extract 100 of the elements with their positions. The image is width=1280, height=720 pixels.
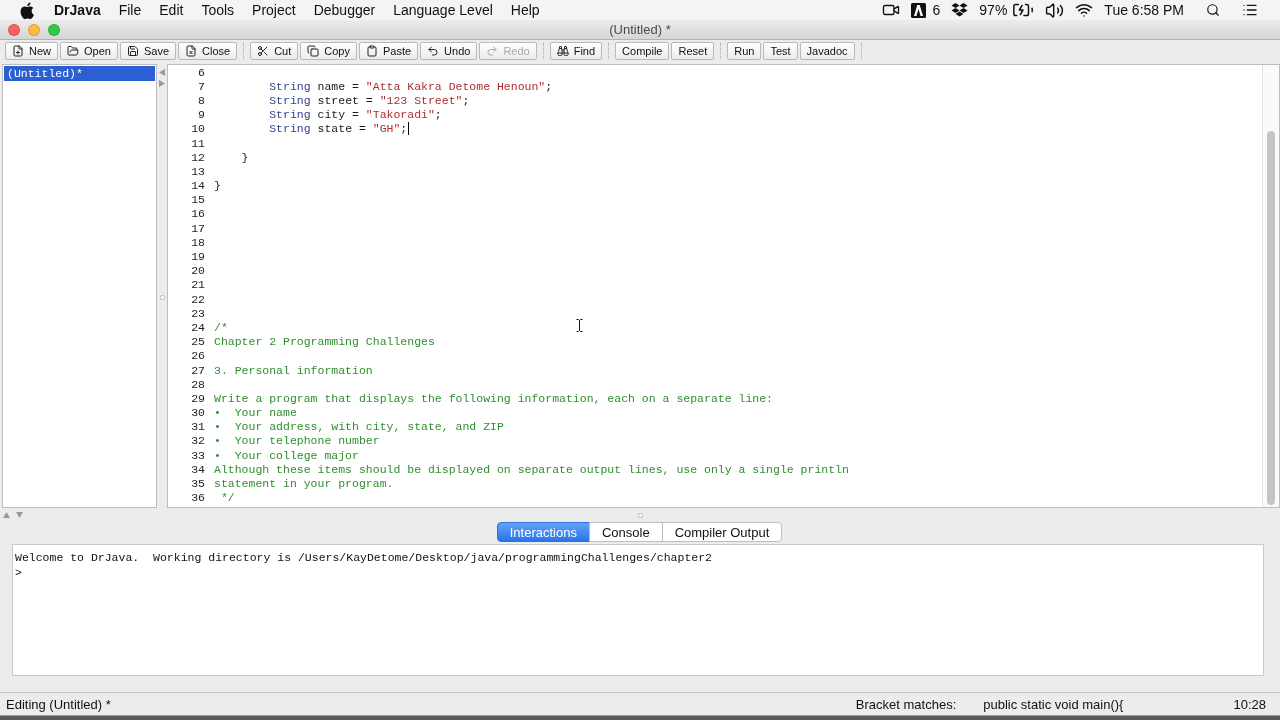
clock-text[interactable]: Tue 6:58 PM: [1104, 2, 1184, 18]
text-cursor-icon: [576, 319, 583, 332]
code-line: String state = "GH";: [269, 122, 408, 136]
code-line: String city = "Takoradi";: [269, 108, 442, 122]
code-line: }: [241, 150, 249, 164]
code-line: Chapter 2 Programming Challenges: [214, 335, 435, 349]
menu-item[interactable]: Edit: [150, 2, 193, 18]
line-number: 24: [190, 320, 205, 334]
menu-item[interactable]: File: [109, 2, 151, 18]
line-number: 28: [190, 377, 205, 391]
folder-icon: [67, 45, 79, 57]
line-number: 21: [190, 278, 205, 292]
line-number: 13: [190, 164, 205, 178]
menu-item[interactable]: Language Level: [384, 2, 502, 18]
toolbar-button[interactable]: New: [5, 42, 58, 60]
up-arrow-icon[interactable]: [3, 512, 10, 518]
list-icon[interactable]: [1242, 2, 1258, 18]
tab[interactable]: Console: [588, 522, 663, 542]
menu-item[interactable]: Project: [243, 2, 305, 18]
code-line: */: [220, 491, 235, 505]
menu-item[interactable]: Help: [501, 2, 549, 18]
document-item[interactable]: (Untitled)*: [4, 66, 155, 81]
line-number: 11: [190, 136, 205, 150]
code-line: }: [214, 179, 221, 193]
code-line: 3. Personal information: [214, 363, 373, 377]
line-number: 19: [190, 250, 205, 264]
save-icon: [126, 45, 139, 57]
line-number: 12: [190, 150, 205, 164]
zoom-button[interactable]: [48, 23, 60, 36]
console-line: Welcome to DrJava. Working directory is /Users/KayDetome/Desktop/java/programmingChallenges/chapter2: [15, 551, 712, 566]
line-number: 16: [190, 207, 205, 221]
code-line: statement in your program.: [214, 477, 394, 491]
down-arrow-icon[interactable]: [16, 512, 23, 518]
tab[interactable]: Compiler Output: [661, 522, 783, 542]
toolbar-button[interactable]: Open: [60, 42, 118, 60]
line-number: 14: [190, 179, 205, 193]
line-number: 8: [197, 93, 205, 107]
tab[interactable]: Interactions: [496, 522, 590, 542]
apple-icon[interactable]: [20, 1, 34, 19]
code-line: String street = "123 Street";: [269, 93, 470, 107]
toolbar-button[interactable]: Compile: [615, 42, 670, 60]
code-line: /*: [214, 320, 228, 334]
line-number: 30: [190, 406, 205, 420]
toolbar-button[interactable]: Run: [727, 42, 762, 60]
scrollbar[interactable]: [1262, 65, 1279, 507]
window-title: (Untitled) *: [609, 22, 671, 37]
toolbar-button[interactable]: Reset: [671, 42, 715, 60]
toolbar-button[interactable]: Close: [178, 42, 238, 60]
logo-icon[interactable]: [910, 2, 926, 18]
notification-count: 6: [932, 2, 941, 18]
toolbar-button[interactable]: Cut: [250, 42, 299, 60]
app-menu[interactable]: DrJava: [45, 2, 110, 18]
bracket-label: Bracket matches:: [855, 696, 957, 712]
line-number: 27: [190, 363, 205, 377]
bracket-match: public static void main(){: [983, 696, 1124, 712]
code-line: Write a program that displays the following information, each on a separate line:: [214, 391, 773, 405]
line-number: 25: [190, 335, 205, 349]
close-button[interactable]: [8, 23, 20, 36]
code-line: • Your name: [214, 406, 297, 420]
clipboard-icon: [365, 45, 378, 57]
line-number: 26: [190, 349, 205, 363]
line-number: 23: [190, 306, 205, 320]
menu-item[interactable]: Tools: [192, 2, 244, 18]
right-arrow-icon[interactable]: [159, 80, 165, 87]
minimize-button[interactable]: [28, 23, 40, 36]
code-line: • Your address, with city, state, and ZIP: [214, 420, 504, 434]
wifi-icon[interactable]: [1075, 1, 1094, 19]
toolbar-button[interactable]: Find: [549, 42, 603, 60]
new-file-icon: [12, 45, 24, 57]
line-number: 32: [190, 434, 205, 448]
toolbar-button[interactable]: Paste: [358, 42, 419, 60]
toolbar-button[interactable]: Javadoc: [799, 42, 855, 60]
code-line: String name = "Atta Kakra Detome Henoun";: [269, 79, 553, 93]
redo-icon: [486, 45, 499, 57]
toolbar-button[interactable]: Save: [119, 42, 176, 60]
menu-item[interactable]: Debugger: [304, 2, 385, 18]
line-number: 20: [190, 264, 205, 278]
line-number: 6: [197, 65, 205, 79]
line-number: 18: [190, 235, 205, 249]
line-number: 9: [197, 108, 205, 122]
toolbar-button[interactable]: Test: [763, 42, 798, 60]
left-arrow-icon[interactable]: [159, 69, 165, 76]
undo-icon: [427, 45, 440, 57]
code-line: Although these items should be displayed on separate output lines, use only a single println: [214, 462, 849, 476]
diamond-box-icon[interactable]: [951, 3, 969, 17]
line-number: 34: [190, 462, 205, 476]
cursor-position: 10:28: [1233, 696, 1266, 712]
line-number: 10: [190, 122, 205, 136]
line-number: 29: [190, 391, 205, 405]
toolbar-button[interactable]: Copy: [300, 42, 357, 60]
file-x-icon: [185, 45, 197, 57]
scissors-icon: [257, 45, 270, 57]
toolbar-button[interactable]: Undo: [420, 42, 478, 60]
code-line: • Your college major: [214, 448, 359, 462]
battery-percentage: 97%: [979, 2, 1008, 18]
binoculars-icon: [556, 45, 569, 57]
line-number: 35: [190, 477, 205, 491]
scrollbar-thumb[interactable]: [1267, 131, 1275, 505]
line-number: 31: [190, 420, 205, 434]
search-icon[interactable]: [1206, 3, 1220, 17]
